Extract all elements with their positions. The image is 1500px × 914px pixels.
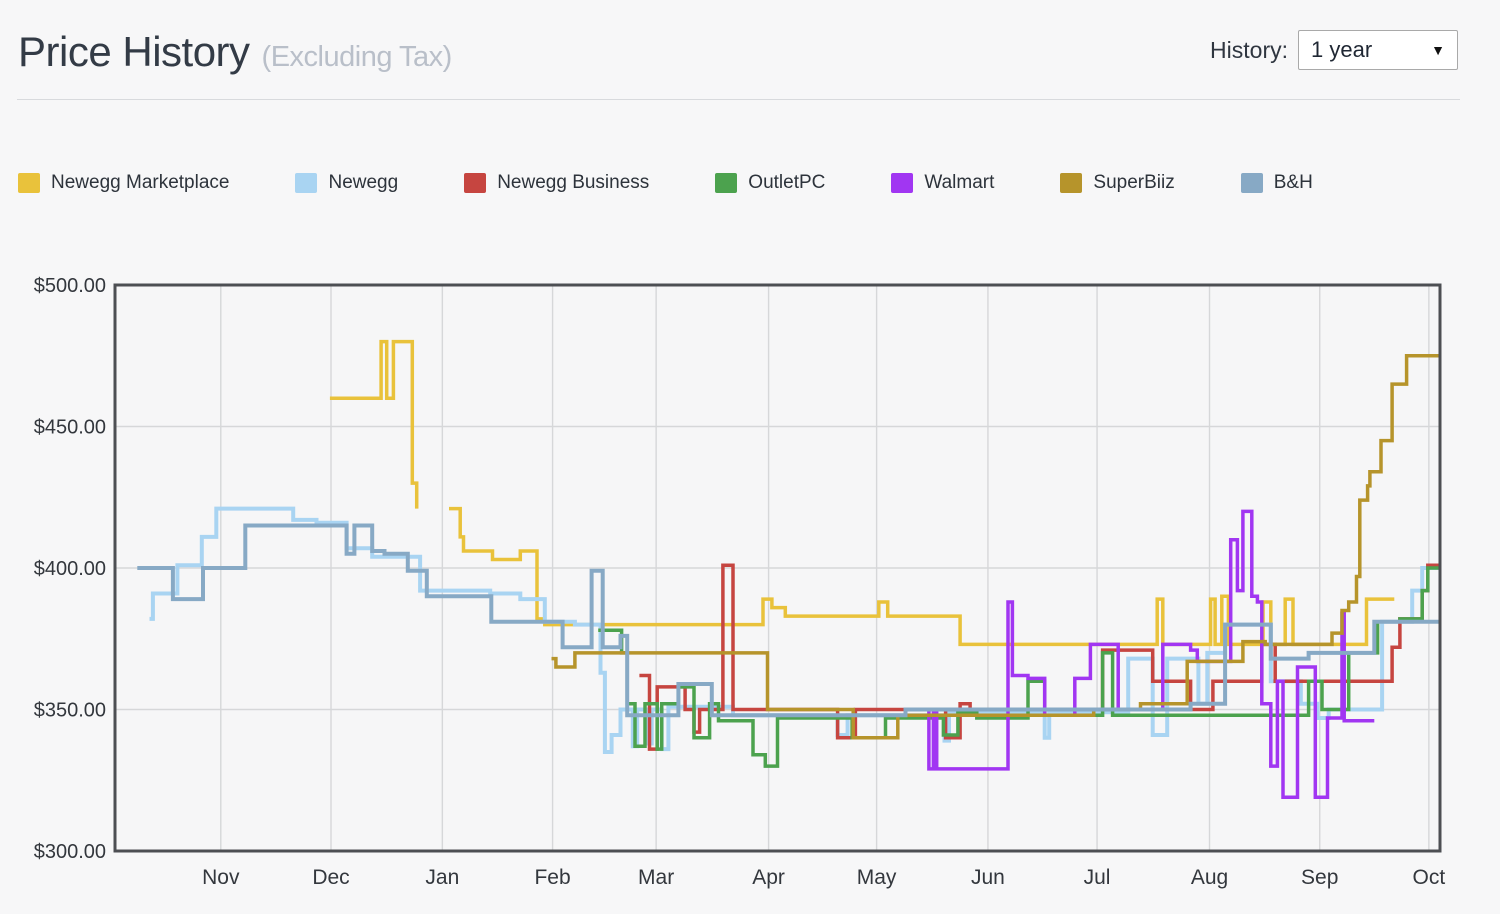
y-axis-label: $500.00 <box>34 275 106 297</box>
x-axis-label: May <box>857 866 897 889</box>
x-axis-label: Nov <box>202 866 240 889</box>
x-axis-label: Sep <box>1301 866 1338 889</box>
x-axis-label: Dec <box>312 866 349 889</box>
y-axis-label: $450.00 <box>34 417 106 439</box>
x-axis-label: Mar <box>638 866 674 889</box>
x-axis-label: Jul <box>1084 866 1111 889</box>
y-axis-label: $400.00 <box>34 558 106 580</box>
x-axis-label: Jan <box>425 866 459 889</box>
x-axis-label: Jun <box>971 866 1005 889</box>
price-history-chart: $500.00 $450.00 $400.00 $350.00 $300.00 Nov De… <box>0 0 1500 914</box>
y-axis-label: $300.00 <box>34 841 106 863</box>
y-axis-label: $350.00 <box>34 700 106 722</box>
x-axis-label: Aug <box>1191 866 1228 889</box>
x-axis-label: Oct <box>1413 866 1446 889</box>
price-history-page: Price History(Excluding Tax) History: 1 … <box>0 0 1500 914</box>
x-axis-label: Feb <box>534 866 570 889</box>
x-axis-label: Apr <box>752 866 785 889</box>
